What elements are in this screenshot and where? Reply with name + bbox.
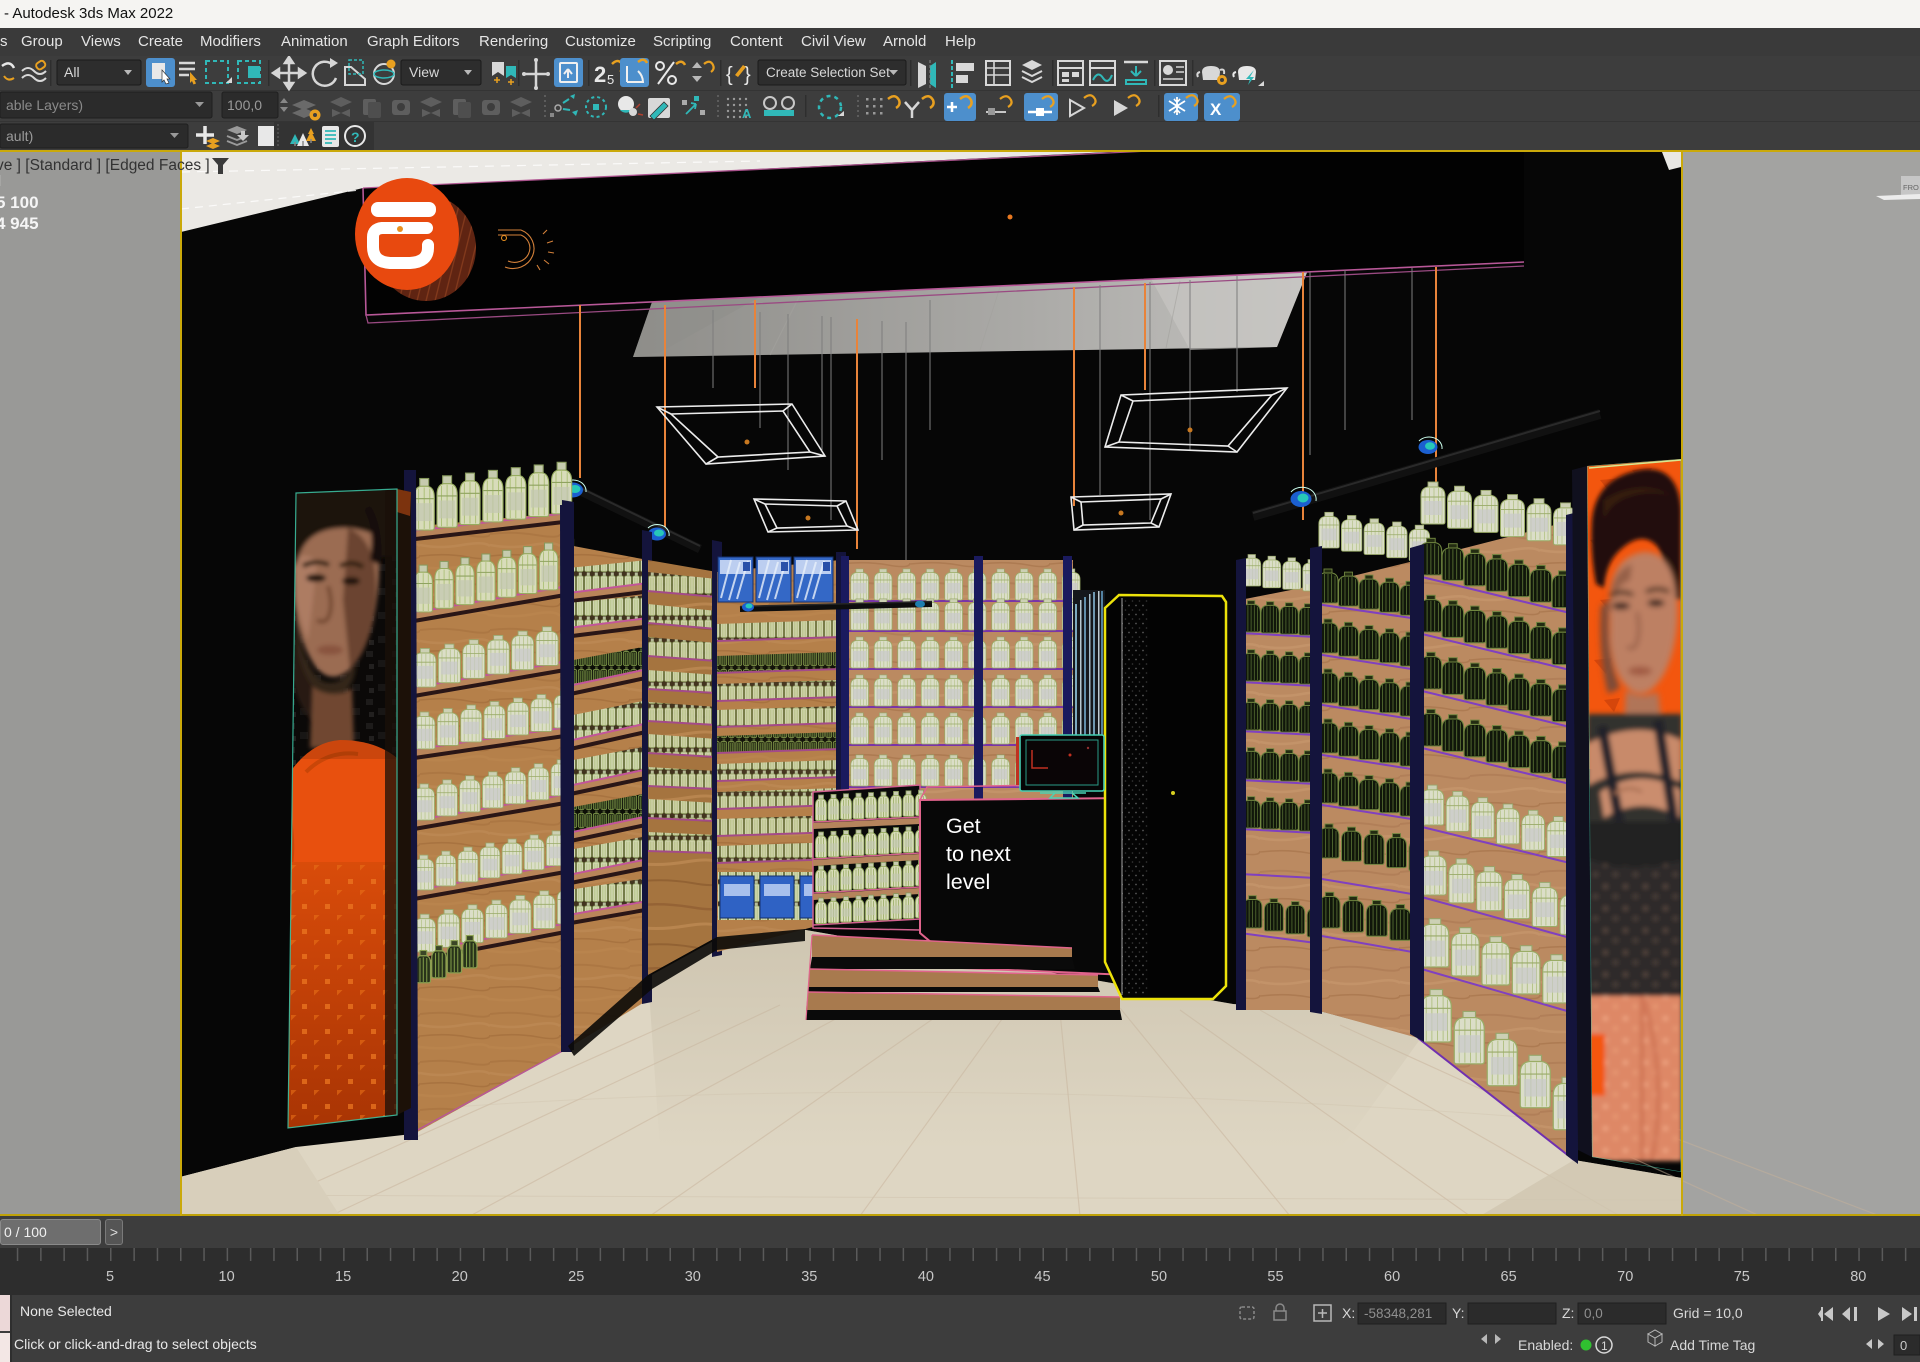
svg-text:able Layers): able Layers) xyxy=(6,97,83,113)
svg-text:5: 5 xyxy=(106,1269,114,1285)
svg-text:75: 75 xyxy=(1734,1269,1750,1285)
svg-text:35: 35 xyxy=(801,1269,817,1285)
svg-text:15: 15 xyxy=(335,1269,351,1285)
svg-text:40: 40 xyxy=(918,1269,934,1285)
svg-text:4 945: 4 945 xyxy=(0,214,39,233)
svg-text:Get: Get xyxy=(946,814,981,838)
svg-text:{: { xyxy=(726,64,733,86)
svg-text:5: 5 xyxy=(607,72,614,87)
svg-text:ault): ault) xyxy=(6,128,33,144)
svg-text:0: 0 xyxy=(1900,1338,1907,1353)
svg-text:100,0: 100,0 xyxy=(227,97,262,113)
svg-text:80: 80 xyxy=(1850,1269,1866,1285)
svg-text:-58348,281: -58348,281 xyxy=(1364,1306,1432,1321)
svg-text:All: All xyxy=(64,64,80,80)
svg-text:30: 30 xyxy=(685,1269,701,1285)
svg-text:20: 20 xyxy=(452,1269,468,1285)
svg-text:to next: to next xyxy=(946,842,1011,866)
svg-text:70: 70 xyxy=(1617,1269,1633,1285)
svg-text:5 100: 5 100 xyxy=(0,193,39,212)
svg-text:55: 55 xyxy=(1267,1269,1283,1285)
svg-text:65: 65 xyxy=(1501,1269,1517,1285)
svg-text:50: 50 xyxy=(1151,1269,1167,1285)
svg-text:X:: X: xyxy=(1342,1305,1355,1321)
svg-text:0,0: 0,0 xyxy=(1584,1306,1603,1321)
svg-text:level: level xyxy=(946,870,990,894)
svg-text:45: 45 xyxy=(1034,1269,1050,1285)
svg-text:Z:: Z: xyxy=(1562,1305,1574,1321)
svg-text:Enabled:: Enabled: xyxy=(1518,1337,1573,1353)
svg-text:A: A xyxy=(742,106,752,121)
svg-text:Y:: Y: xyxy=(1452,1305,1464,1321)
svg-text:Create Selection Set: Create Selection Set xyxy=(766,65,890,80)
svg-text:10: 10 xyxy=(219,1269,235,1285)
svg-text:FRO: FRO xyxy=(1903,183,1919,192)
svg-text:X: X xyxy=(1210,100,1222,119)
svg-text:?: ? xyxy=(351,129,360,145)
svg-text:2: 2 xyxy=(594,62,606,87)
svg-text:Add Time Tag: Add Time Tag xyxy=(1670,1337,1755,1353)
svg-text:1: 1 xyxy=(1601,1339,1608,1353)
svg-text:60: 60 xyxy=(1384,1269,1400,1285)
svg-text:Grid = 10,0: Grid = 10,0 xyxy=(1673,1305,1743,1321)
svg-text:l: l xyxy=(0,173,1,190)
svg-text:ve ] [Standard ] [Edged Face: ve ] [Standard ] [Edged Faces ] xyxy=(0,157,210,174)
svg-text:View: View xyxy=(409,64,440,80)
svg-text:25: 25 xyxy=(568,1269,584,1285)
